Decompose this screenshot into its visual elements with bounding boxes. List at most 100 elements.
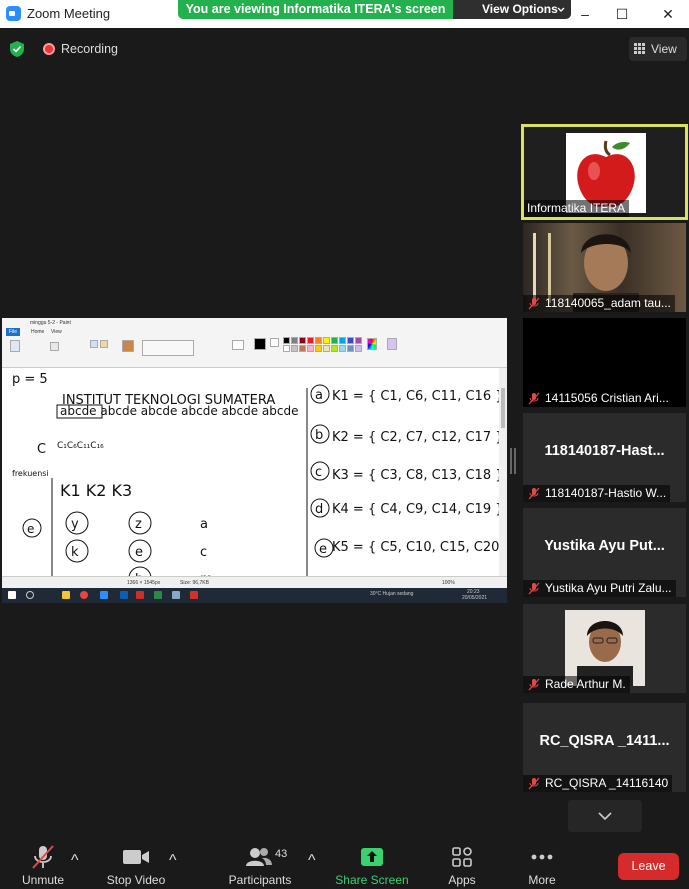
- participants-icon: [246, 848, 272, 866]
- view-options-label: View Options: [482, 2, 558, 16]
- participant-tile[interactable]: 118140065_adam tau...: [523, 223, 686, 312]
- participant-name: 14115056 Cristian Ari...: [545, 391, 669, 405]
- video-camera-icon: [123, 850, 149, 864]
- chevron-down-icon: [598, 812, 612, 821]
- recording-dot-icon: [43, 43, 55, 55]
- paint-dims: 1366 × 1545px: [127, 580, 161, 586]
- muted-microphone-icon: [32, 845, 54, 869]
- participant-tile[interactable]: Rade Arthur M.: [523, 604, 686, 693]
- wb-line: p = 5: [12, 372, 48, 387]
- close-button[interactable]: ✕: [658, 4, 678, 24]
- maximize-button[interactable]: ☐: [612, 4, 632, 24]
- muted-mic-icon: [528, 678, 540, 691]
- participant-tile[interactable]: RC_QISRA _1411... RC_QISRA _14116140: [523, 703, 686, 792]
- gallery-scroll-down-button[interactable]: [568, 800, 642, 832]
- window-title: Zoom Meeting: [27, 6, 111, 21]
- apps-label: Apps: [448, 873, 476, 887]
- wps-icon: [136, 591, 144, 599]
- svg-text:y: y: [71, 517, 79, 532]
- svg-text:b: b: [315, 428, 323, 443]
- participant-display-name: RC_QISRA _1411...: [539, 733, 670, 749]
- apps-icon: [452, 847, 472, 867]
- zoom-taskbar-icon: [100, 591, 108, 599]
- word-icon: [120, 591, 128, 599]
- wb-line: K1 K2 K3: [60, 481, 132, 500]
- audio-options-caret[interactable]: ^: [71, 852, 79, 870]
- paint-zoom: 100%: [442, 580, 455, 586]
- svg-text:e: e: [135, 545, 143, 560]
- leave-button[interactable]: Leave: [618, 853, 679, 880]
- participant-tile[interactable]: 118140187-Hast... 118140187-Hastio W...: [523, 413, 686, 502]
- wb-line: K3 = { C3, C8, C13, C18 }: [332, 468, 504, 483]
- shared-screen[interactable]: minggu 5-2 - Paint File Home View p = 5 …: [2, 318, 507, 603]
- grid-view-icon: [634, 43, 645, 54]
- share-screen-label: Share Screen: [335, 873, 409, 887]
- paint-size: Size: 96,7KB: [180, 580, 209, 586]
- chevron-down-icon: [557, 7, 565, 12]
- video-options-caret[interactable]: ^: [169, 852, 177, 870]
- paint-tab-home: Home: [31, 329, 45, 335]
- muted-mic-icon: [528, 297, 540, 310]
- taskbar-date: 20/05/2021: [462, 595, 488, 601]
- view-options-button[interactable]: View Options: [453, 0, 571, 19]
- svg-text:c: c: [200, 545, 207, 560]
- participants-options-caret[interactable]: ^: [308, 852, 316, 870]
- participant-tile-active[interactable]: Informatika ITERA: [521, 124, 688, 220]
- muted-mic-icon: [528, 392, 540, 405]
- wb-line: K2 = { C2, C7, C12, C17 }: [332, 430, 504, 445]
- apps-button[interactable]: Apps: [440, 836, 484, 889]
- recording-label[interactable]: Recording: [61, 42, 118, 56]
- minimize-button[interactable]: –: [575, 4, 595, 24]
- chrome-icon: [80, 591, 88, 599]
- paint-status-bar: 1366 × 1545px Size: 96,7KB 100%: [2, 576, 507, 588]
- folder-icon: [62, 591, 70, 599]
- participant-display-name: Yustika Ayu Put...: [544, 538, 665, 554]
- participant-count: 43: [275, 848, 288, 860]
- wb-line: abcde abcde abcde abcde abcde abcde: [60, 404, 298, 418]
- svg-text:e: e: [27, 522, 34, 536]
- more-button[interactable]: More: [522, 836, 562, 889]
- wb-line: K1 = { C1, C6, C11, C16 }: [332, 389, 504, 404]
- paint-icon: [172, 591, 180, 599]
- view-button[interactable]: View: [629, 37, 687, 61]
- svg-text:C₁C₆C₁₁C₁₆: C₁C₆C₁₁C₁₆: [57, 441, 104, 451]
- svg-text:C: C: [37, 442, 46, 457]
- person-photo-icon: [577, 621, 633, 688]
- zoom-logo-icon: [6, 6, 21, 21]
- participants-button[interactable]: 43 Participants: [225, 836, 295, 889]
- search-icon: [26, 591, 34, 599]
- muted-mic-icon: [528, 777, 540, 790]
- paint-title: minggu 5-2 - Paint: [30, 320, 71, 326]
- svg-text:z: z: [135, 517, 142, 532]
- unmute-button[interactable]: Unmute: [14, 836, 72, 889]
- split-resize-handle[interactable]: [510, 448, 516, 474]
- app-icon: [154, 591, 162, 599]
- muted-mic-icon: [528, 487, 540, 500]
- muted-mic-icon: [528, 582, 540, 595]
- wb-line: frekuensi: [12, 469, 49, 478]
- participant-tile[interactable]: Yustika Ayu Put... Yustika Ayu Putri Zal…: [523, 508, 686, 597]
- participant-name: Yustika Ayu Putri Zalu...: [545, 581, 672, 595]
- screen-share-banner: You are viewing Informatika ITERA's scre…: [178, 0, 453, 19]
- participant-name: Rade Arthur M.: [545, 677, 626, 691]
- share-screen-button[interactable]: Share Screen: [333, 836, 411, 889]
- svg-text:k: k: [71, 545, 79, 560]
- svg-text:e: e: [319, 542, 327, 557]
- paint-ribbon: minggu 5-2 - Paint File Home View: [2, 318, 507, 368]
- profile-photo: [565, 610, 645, 688]
- svg-text:a: a: [315, 388, 323, 403]
- paint-tab-file: File: [6, 328, 21, 336]
- participant-name-label: 118140065_adam tau...: [523, 295, 675, 312]
- wb-line: K4 = { C4, C9, C14, C19 }: [332, 502, 504, 517]
- participant-name-label: RC_QISRA _14116140: [523, 775, 673, 792]
- taskbar-weather: 30°C Hujan sedang: [370, 591, 414, 597]
- participant-tile[interactable]: 14115056 Cristian Ari...: [523, 318, 686, 407]
- pdf-icon: [190, 591, 198, 599]
- participant-name: 118140065_adam tau...: [545, 296, 671, 310]
- encryption-shield-icon[interactable]: [9, 40, 25, 58]
- wb-line: K5 = { C5, C10, C15, C20 }: [332, 540, 507, 555]
- participant-name: RC_QISRA _14116140: [545, 776, 669, 790]
- handwritten-whiteboard: p = 5 INSTITUT TEKNOLOGI SUMATERA abcde …: [12, 368, 507, 590]
- participant-name-label: Yustika Ayu Putri Zalu...: [523, 580, 676, 597]
- stop-video-button[interactable]: Stop Video: [100, 836, 172, 889]
